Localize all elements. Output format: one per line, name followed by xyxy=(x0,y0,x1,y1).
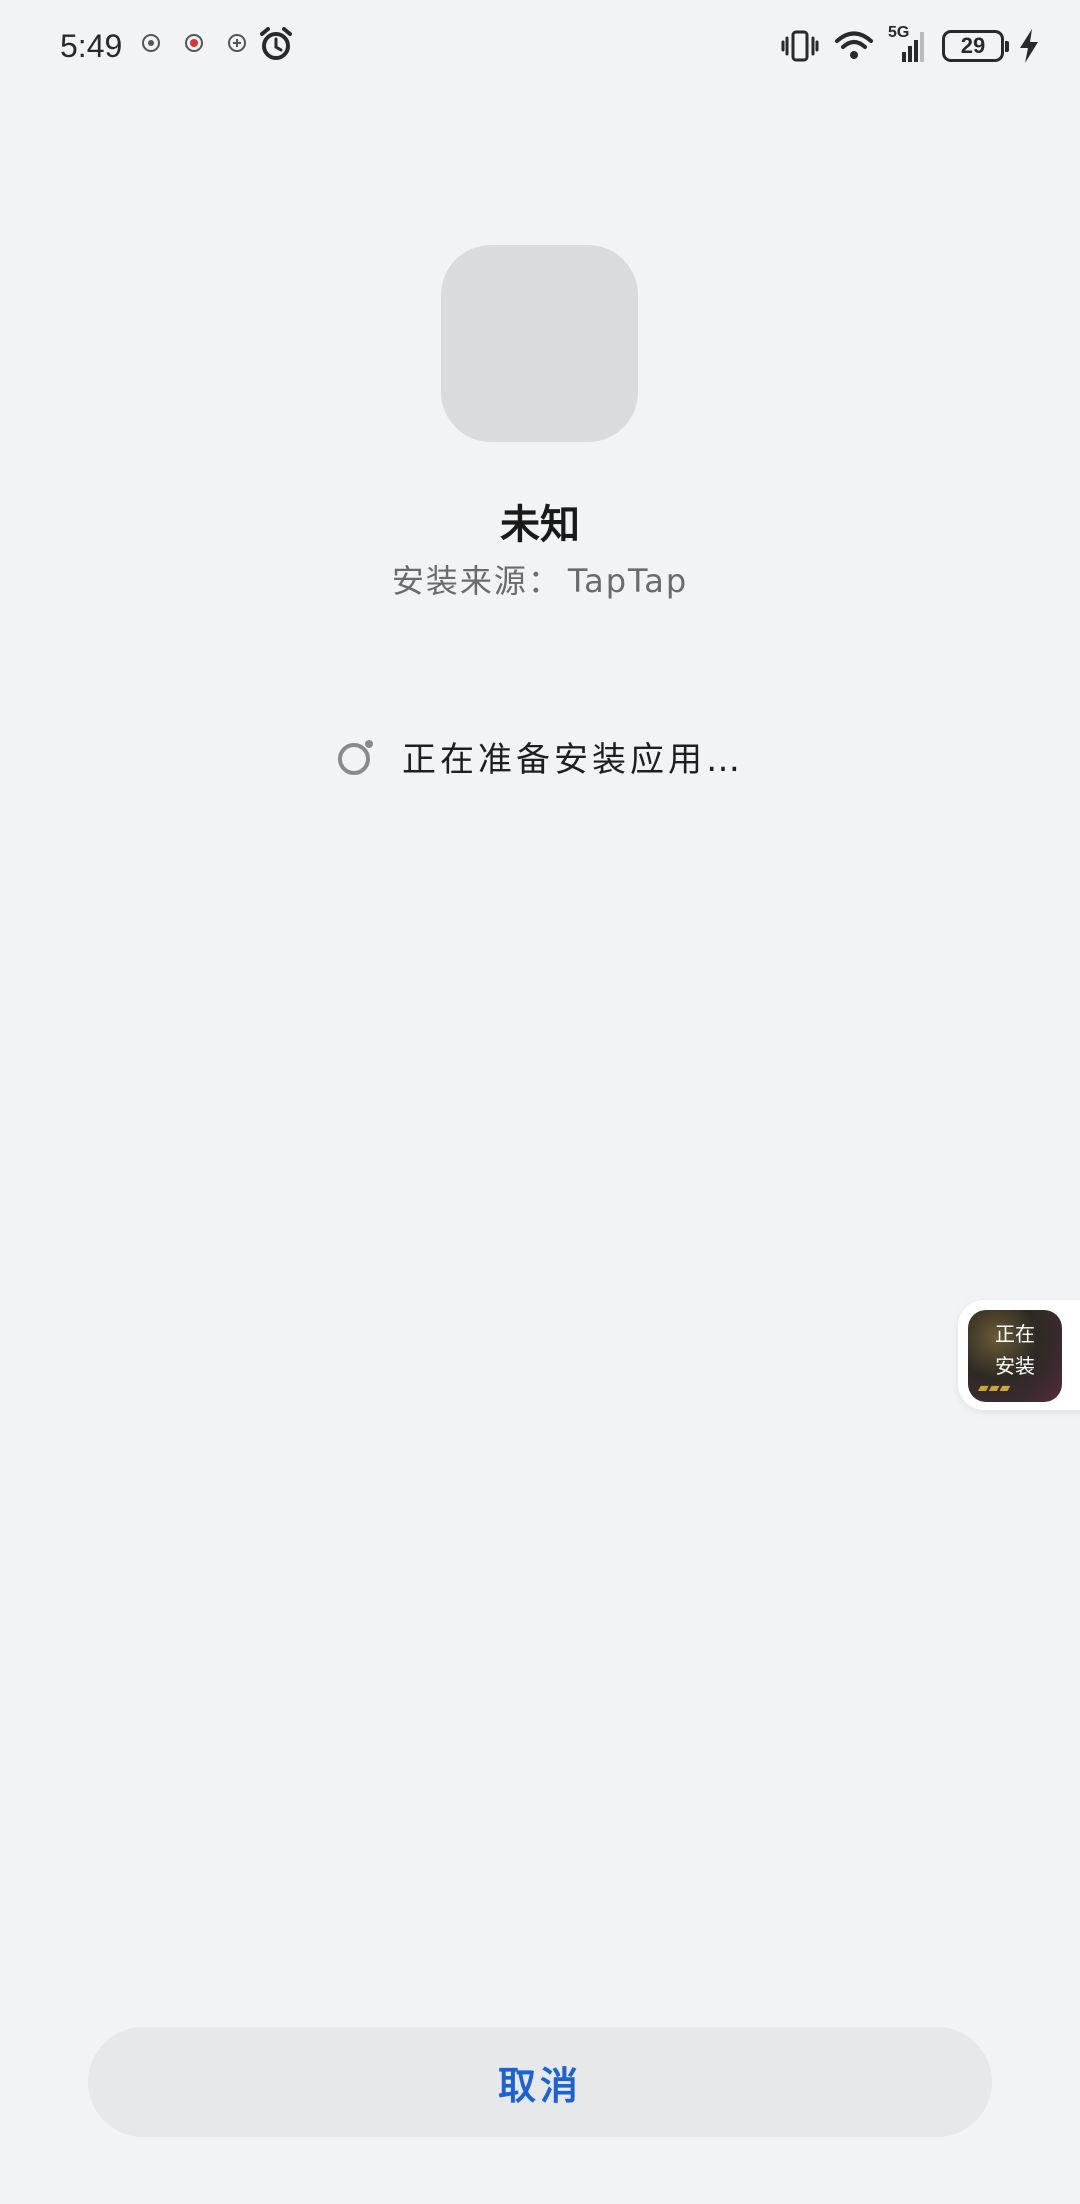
signal-icon: 5G xyxy=(888,24,928,66)
app-name: 未知 xyxy=(500,502,580,548)
status-icons: 5G 29 xyxy=(780,24,1040,68)
thumbnail-tag-icon: ▰▰▰ xyxy=(978,1380,1011,1396)
install-source: 安装来源： TapTap xyxy=(0,556,1080,602)
alarm-icon xyxy=(258,26,294,62)
notification-icon xyxy=(140,32,162,54)
cancel-button[interactable]: 取消 xyxy=(88,2027,992,2137)
notification-icon xyxy=(183,32,205,54)
install-source-label: 安装来源： xyxy=(391,562,562,600)
vibrate-icon xyxy=(780,26,820,66)
floating-install-badge[interactable]: ▰▰▰ 正在 安装 xyxy=(958,1300,1080,1410)
loading-spinner-icon xyxy=(338,739,373,775)
status-time: 5:49 xyxy=(60,28,123,64)
floating-badge-label: 正在 安装 xyxy=(968,1318,1062,1382)
status-bar: 5:49 5G 29 xyxy=(0,0,1080,96)
floating-badge-line2: 安装 xyxy=(995,1354,1035,1378)
install-status-text: 正在准备安装应用… xyxy=(402,740,744,780)
battery-level: 29 xyxy=(960,33,986,58)
install-status: 正在准备安装应用… xyxy=(0,732,1080,781)
network-type: 5G xyxy=(888,24,910,41)
floating-badge-line1: 正在 xyxy=(995,1322,1035,1346)
charging-icon xyxy=(1020,29,1038,63)
app-icon-placeholder xyxy=(441,245,638,442)
battery-icon: 29 xyxy=(942,30,1009,62)
install-source-value: TapTap xyxy=(567,562,689,600)
wifi-icon xyxy=(834,26,874,66)
notification-icon xyxy=(226,32,248,54)
